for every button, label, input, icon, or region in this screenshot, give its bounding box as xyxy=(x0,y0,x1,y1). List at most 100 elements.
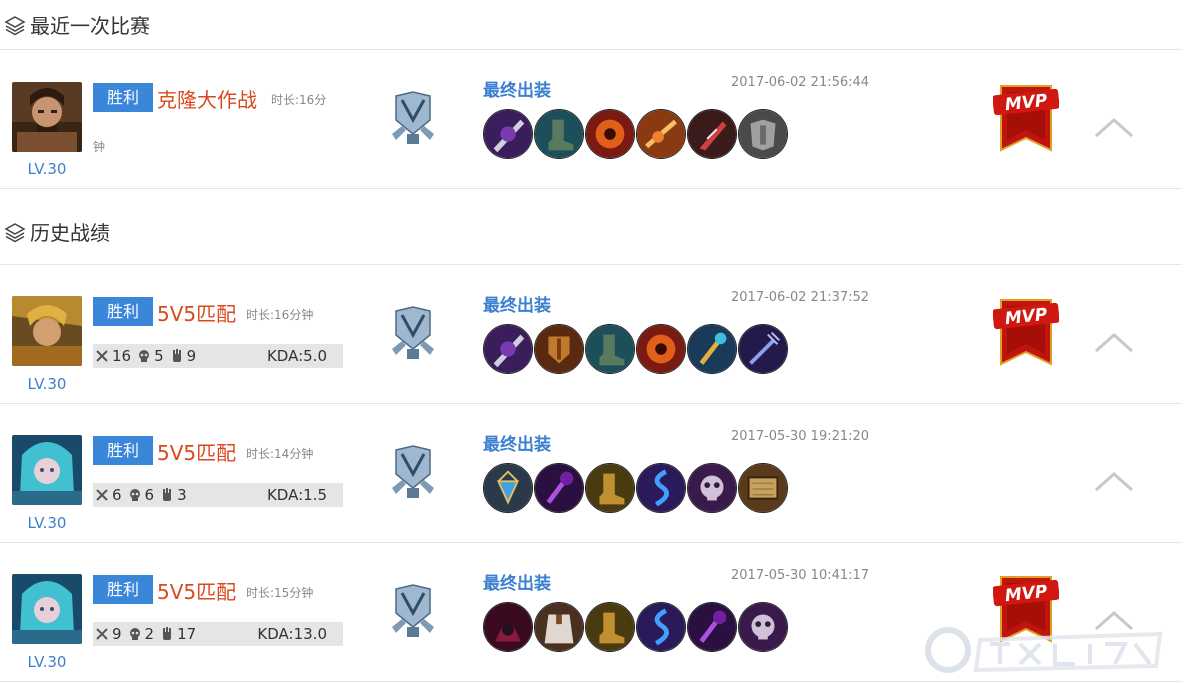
items-title: 最终出装 xyxy=(483,435,551,455)
skull-icon xyxy=(129,628,140,640)
collapse-chevron-icon[interactable] xyxy=(1092,470,1136,494)
war-shield-icon[interactable] xyxy=(534,324,584,374)
result-badge: 胜利 xyxy=(93,297,153,326)
hand-icon xyxy=(163,627,172,640)
hero-avatar[interactable] xyxy=(12,435,82,505)
layers-icon xyxy=(4,222,26,242)
match-timestamp: 2017-05-30 10:41:17 xyxy=(731,568,870,583)
items-title: 最终出装 xyxy=(483,574,551,594)
hero-level: LV.30 xyxy=(27,160,67,178)
deaths-stat: 5 xyxy=(137,347,164,365)
mvp-badge-icon: MVP xyxy=(993,299,1059,366)
skull-mask-icon[interactable] xyxy=(687,463,737,513)
crossed-swords-icon xyxy=(96,628,108,640)
dark-blade-icon[interactable] xyxy=(483,324,533,374)
kda-value: KDA:5.0 xyxy=(266,347,327,365)
match-timestamp: 2017-05-30 19:21:20 xyxy=(731,429,870,444)
hero-avatar[interactable] xyxy=(12,296,82,366)
rank-diamond-icon xyxy=(392,91,434,144)
hero-level: LV.30 xyxy=(27,514,67,532)
game-mode: 5V5匹配 xyxy=(157,441,237,465)
kills-stat: 9 xyxy=(95,625,122,643)
section-title: 最近一次比赛 xyxy=(30,14,150,38)
match-duration-wrap: 钟 xyxy=(93,140,106,154)
crossed-swords-icon xyxy=(96,350,108,362)
gold-boots-icon[interactable] xyxy=(585,602,635,652)
pendant-icon[interactable] xyxy=(483,463,533,513)
dark-blade-icon[interactable] xyxy=(483,109,533,159)
fire-bow-icon[interactable] xyxy=(636,109,686,159)
section-title: 历史战绩 xyxy=(30,221,110,245)
rank-diamond-icon xyxy=(392,306,434,359)
red-blade-icon[interactable] xyxy=(687,109,737,159)
hand-icon xyxy=(163,488,172,501)
deaths-stat: 2 xyxy=(128,625,154,643)
match-timestamp: 2017-06-02 21:56:44 xyxy=(731,75,870,90)
purple-scepter-icon[interactable] xyxy=(534,463,584,513)
game-mode: 克隆大作战 xyxy=(157,88,257,112)
boots-icon[interactable] xyxy=(534,109,584,159)
hand-icon xyxy=(172,349,181,362)
hero-avatar[interactable] xyxy=(12,574,82,644)
rank-diamond-icon xyxy=(392,584,434,637)
mvp-badge-icon: MVP xyxy=(993,85,1059,152)
match-duration: 时长:16分钟 xyxy=(246,308,314,322)
kda-value: KDA:1.5 xyxy=(266,486,327,504)
assists-stat: 9 xyxy=(170,347,196,365)
match-duration: 时长:15分钟 xyxy=(246,586,314,600)
skull-icon xyxy=(139,350,150,362)
collapse-chevron-icon[interactable] xyxy=(1092,331,1136,355)
item-list xyxy=(483,602,789,652)
kills-stat: 16 xyxy=(95,347,131,365)
kda-value: KDA:13.0 xyxy=(257,625,327,643)
section-header-history: 历史战绩 xyxy=(0,189,1181,265)
kda-stats-bar: 9 2 17 KDA:13.0 xyxy=(93,622,343,646)
blue-serpent-icon[interactable] xyxy=(636,463,686,513)
section-header-recent: 最近一次比赛 xyxy=(0,0,1181,50)
trident-icon[interactable] xyxy=(738,324,788,374)
red-eye-orb-icon[interactable] xyxy=(585,109,635,159)
skull-icon xyxy=(129,489,140,501)
item-list xyxy=(483,324,789,374)
gold-staff-icon[interactable] xyxy=(687,324,737,374)
watermark-logo-icon xyxy=(925,627,1163,673)
game-mode: 5V5匹配 xyxy=(157,302,237,326)
result-badge: 胜利 xyxy=(93,575,153,604)
items-title: 最终出装 xyxy=(483,296,551,316)
hero-level: LV.30 xyxy=(27,653,67,671)
item-list xyxy=(483,463,789,513)
layers-icon xyxy=(4,15,26,35)
kda-stats-bar: 16 5 9 KDA:5.0 xyxy=(93,344,343,368)
red-hood-icon[interactable] xyxy=(483,602,533,652)
crossed-swords-icon xyxy=(96,489,108,501)
cloak-icon[interactable] xyxy=(534,602,584,652)
assists-stat: 17 xyxy=(160,625,196,643)
history-row[interactable]: LV.30 胜利 5V5匹配 时长:16分钟 16 5 9 KDA:5.0 最终… xyxy=(0,265,1181,404)
history-row[interactable]: LV.30 胜利 5V5匹配 时长:14分钟 6 6 3 KDA:1.5 最终出… xyxy=(0,404,1181,543)
book-icon[interactable] xyxy=(738,463,788,513)
rank-diamond-icon xyxy=(392,445,434,498)
collapse-chevron-icon[interactable] xyxy=(1092,116,1136,140)
deaths-stat: 6 xyxy=(128,486,154,504)
purple-scepter-icon[interactable] xyxy=(687,602,737,652)
match-duration: 时长:16分 xyxy=(271,93,327,107)
item-list xyxy=(483,109,789,159)
kills-stat: 6 xyxy=(95,486,122,504)
skull-mask-icon[interactable] xyxy=(738,602,788,652)
red-eye-orb-icon[interactable] xyxy=(636,324,686,374)
gold-boots-icon[interactable] xyxy=(585,463,635,513)
game-mode: 5V5匹配 xyxy=(157,580,237,604)
armor-icon[interactable] xyxy=(738,109,788,159)
blue-serpent-icon[interactable] xyxy=(636,602,686,652)
recent-match-row[interactable]: LV.30 胜利 克隆大作战 时长:16分 钟 最终出装 2017-06-02 … xyxy=(0,50,1181,189)
result-badge: 胜利 xyxy=(93,436,153,465)
items-title: 最终出装 xyxy=(483,81,551,101)
kda-stats-bar: 6 6 3 KDA:1.5 xyxy=(93,483,343,507)
hero-level: LV.30 xyxy=(27,375,67,393)
result-badge: 胜利 xyxy=(93,83,153,112)
match-duration: 时长:14分钟 xyxy=(246,447,314,461)
match-timestamp: 2017-06-02 21:37:52 xyxy=(731,290,870,305)
boots-icon[interactable] xyxy=(585,324,635,374)
assists-stat: 3 xyxy=(160,486,187,504)
hero-avatar[interactable] xyxy=(12,82,82,152)
